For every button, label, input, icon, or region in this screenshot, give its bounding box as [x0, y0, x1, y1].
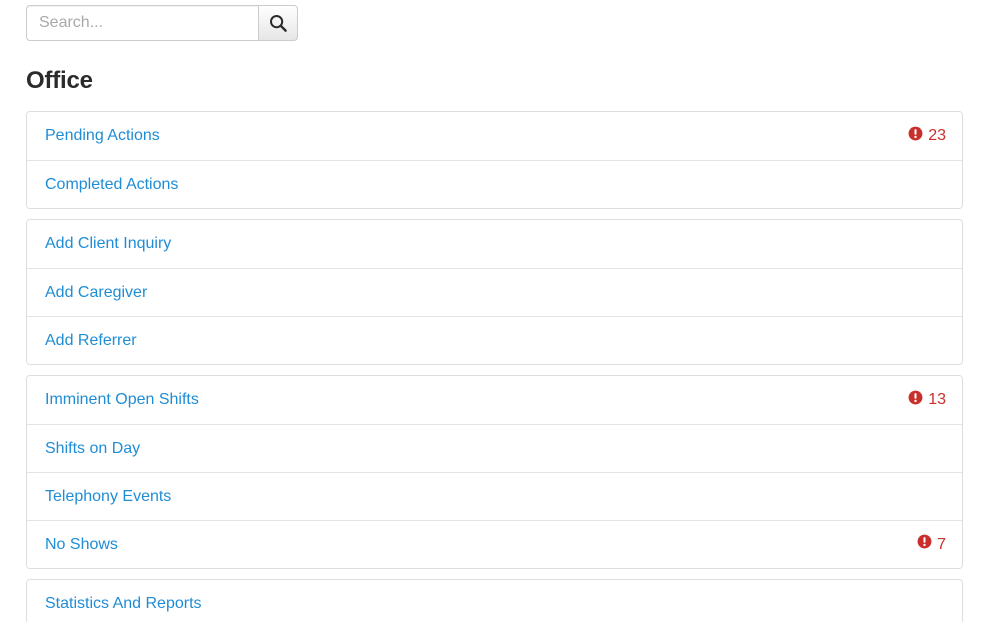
exclamation-circle-icon — [908, 126, 923, 147]
badge-count: 23 — [928, 127, 946, 144]
list-item-label: No Shows — [45, 535, 118, 553]
search-input[interactable] — [26, 5, 258, 41]
list-item[interactable]: Add Caregiver — [27, 268, 962, 316]
badge-count: 7 — [937, 535, 946, 553]
list-item-label: Statistics And Reports — [45, 595, 202, 612]
badge-count: 13 — [928, 391, 946, 408]
list-item[interactable]: Shifts on Day — [27, 424, 962, 472]
list-item[interactable]: Statistics And Reports — [27, 580, 962, 622]
list-item-label: Add Caregiver — [45, 283, 148, 301]
list-item-label: Shifts on Day — [45, 439, 141, 457]
search-input-group — [26, 5, 298, 41]
list-item[interactable]: Completed Actions — [27, 160, 962, 208]
list-item-label: Completed Actions — [45, 175, 179, 193]
page-title: Office — [26, 67, 93, 94]
list-item-label: Pending Actions — [45, 127, 160, 144]
list-item[interactable]: Pending Actions 23 — [27, 112, 962, 160]
add-records-group: Add Client Inquiry Add Caregiver Add Refer… — [26, 219, 963, 365]
status-badge: 23 — [908, 126, 946, 147]
search-icon — [268, 13, 288, 33]
shifts-group: Imminent Open Shifts 13 Shifts on Day Telep… — [26, 375, 963, 569]
list-item[interactable]: Add Referrer — [27, 316, 962, 364]
list-item-label: Add Client Inquiry — [45, 235, 172, 252]
office-dashboard-page: Office Pending Actions 23 Completed Action… — [0, 0, 989, 622]
list-item-label: Add Referrer — [45, 331, 137, 349]
list-groups-container: Pending Actions 23 Completed Actions Add Cl… — [26, 111, 963, 622]
list-item[interactable]: No Shows 7 — [27, 520, 962, 568]
reports-group: Statistics And Reports — [26, 579, 963, 622]
list-item-label: Telephony Events — [45, 487, 172, 505]
actions-group: Pending Actions 23 Completed Actions — [26, 111, 963, 209]
search-row — [26, 0, 963, 45]
list-item-label: Imminent Open Shifts — [45, 391, 199, 408]
list-item[interactable]: Imminent Open Shifts 13 — [27, 376, 962, 424]
status-badge: 7 — [917, 534, 946, 555]
exclamation-circle-icon — [908, 390, 923, 411]
list-item[interactable]: Add Client Inquiry — [27, 220, 962, 268]
exclamation-circle-icon — [917, 534, 932, 555]
list-item[interactable]: Telephony Events — [27, 472, 962, 520]
status-badge: 13 — [908, 390, 946, 411]
search-button[interactable] — [258, 5, 298, 41]
